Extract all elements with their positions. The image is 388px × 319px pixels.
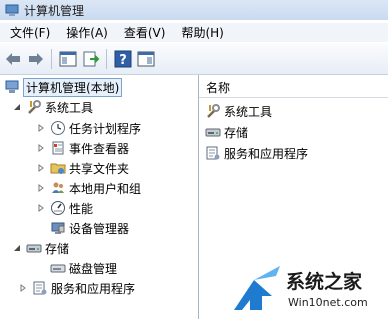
toolbar-separator (106, 48, 107, 69)
toolbar-separator (51, 48, 52, 69)
tree-item-label: 系统工具 (45, 100, 94, 115)
tree-item-event-viewer[interactable]: 事件查看器 (36, 138, 129, 158)
toolbar: ? (0, 43, 388, 75)
shared-folder-icon (50, 160, 66, 176)
watermark-brand: 系统之家 (286, 270, 363, 293)
svg-text:?: ? (119, 53, 127, 68)
help-button[interactable]: ? (113, 49, 133, 69)
list-item-label: 系统工具 (224, 104, 273, 119)
show-hide-tree-button[interactable] (58, 49, 78, 69)
list-item-label: 服务和应用程序 (224, 146, 309, 161)
storage-icon (26, 240, 42, 256)
tree-item-label: 服务和应用程序 (51, 281, 136, 296)
collapsed-arrow-icon[interactable] (36, 143, 46, 153)
computer-management-icon (5, 4, 19, 16)
tree-item-root[interactable]: 计算机管理(本地) (4, 77, 123, 97)
tree-item-label: 计算机管理(本地) (23, 77, 123, 97)
performance-gauge-icon (50, 200, 66, 216)
storage-icon (205, 124, 221, 140)
help-icon: ? (114, 50, 132, 68)
tree-item-label: 共享文件夹 (69, 161, 130, 176)
tree-item-system-tools[interactable]: 系统工具 (12, 97, 93, 117)
menu-file[interactable]: 文件(F) (4, 24, 56, 41)
computer-management-icon (4, 79, 20, 95)
tree-item-shared-folders[interactable]: 共享文件夹 (36, 158, 129, 178)
menu-view[interactable]: 查看(V) (118, 24, 172, 41)
list-item-system-tools[interactable]: 系统工具 (205, 101, 272, 121)
column-header-label: 名称 (206, 80, 231, 95)
expanded-arrow-icon[interactable] (12, 102, 22, 112)
tree-item-label: 设备管理器 (69, 221, 130, 236)
export-list-button[interactable] (81, 49, 101, 69)
back-button[interactable] (3, 49, 23, 69)
collapsed-arrow-icon[interactable] (36, 203, 46, 213)
collapsed-arrow-icon[interactable] (36, 163, 46, 173)
device-manager-icon (50, 220, 66, 236)
tree-item-task-scheduler[interactable]: 任务计划程序 (36, 118, 141, 138)
tree-item-device-manager[interactable]: 设备管理器 (50, 218, 129, 238)
disk-management-icon (50, 260, 66, 276)
tree-item-services[interactable]: 服务和应用程序 (18, 278, 135, 298)
clock-icon (50, 120, 66, 136)
name-column-header[interactable]: 名称 (199, 77, 388, 98)
tree-item-label: 存储 (45, 241, 70, 256)
tree-item-label: 本地用户和组 (69, 181, 142, 196)
list-item-storage[interactable]: 存储 (205, 122, 248, 142)
properties-button[interactable] (136, 49, 156, 69)
watermark-site: Win10net.com (288, 296, 368, 309)
users-icon (50, 180, 66, 196)
services-icon (205, 145, 221, 161)
console-tree: 计算机管理(本地) 系统工具 任务计划程序 事件查看器 共享文件夹 本地用户和组… (0, 75, 199, 319)
window-title: 计算机管理 (24, 3, 85, 18)
forward-button[interactable] (26, 49, 46, 69)
list-item-label: 存储 (224, 125, 249, 140)
collapsed-arrow-icon[interactable] (18, 283, 28, 293)
title-bar: 计算机管理 (0, 0, 388, 20)
collapsed-arrow-icon[interactable] (36, 123, 46, 133)
export-list-icon (83, 51, 100, 66)
watermark-logo: 系统之家 Win10net.com (234, 266, 368, 310)
tree-item-local-users[interactable]: 本地用户和组 (36, 178, 141, 198)
event-viewer-icon (50, 140, 66, 156)
tree-item-label: 任务计划程序 (69, 121, 142, 136)
expanded-arrow-icon[interactable] (12, 243, 22, 253)
menu-bar: 文件(F) 操作(A) 查看(V) 帮助(H) (0, 23, 388, 42)
tree-item-disk-management[interactable]: 磁盘管理 (50, 258, 117, 278)
tree-item-storage[interactable]: 存储 (12, 238, 69, 258)
tools-icon (205, 103, 221, 119)
show-hide-tree-icon (59, 51, 77, 66)
menu-help[interactable]: 帮助(H) (175, 24, 229, 41)
collapsed-arrow-icon[interactable] (36, 183, 46, 193)
house-logo-icon (234, 280, 272, 310)
tree-item-label: 磁盘管理 (69, 261, 118, 276)
tree-item-performance[interactable]: 性能 (36, 198, 93, 218)
services-icon (32, 280, 48, 296)
forward-arrow-icon (29, 52, 43, 65)
list-item-services[interactable]: 服务和应用程序 (205, 143, 308, 163)
back-arrow-icon (6, 52, 20, 65)
tree-item-label: 性能 (69, 201, 94, 216)
properties-icon (137, 51, 155, 66)
tree-item-label: 事件查看器 (69, 141, 130, 156)
menu-action[interactable]: 操作(A) (60, 24, 114, 41)
tools-icon (26, 99, 42, 115)
